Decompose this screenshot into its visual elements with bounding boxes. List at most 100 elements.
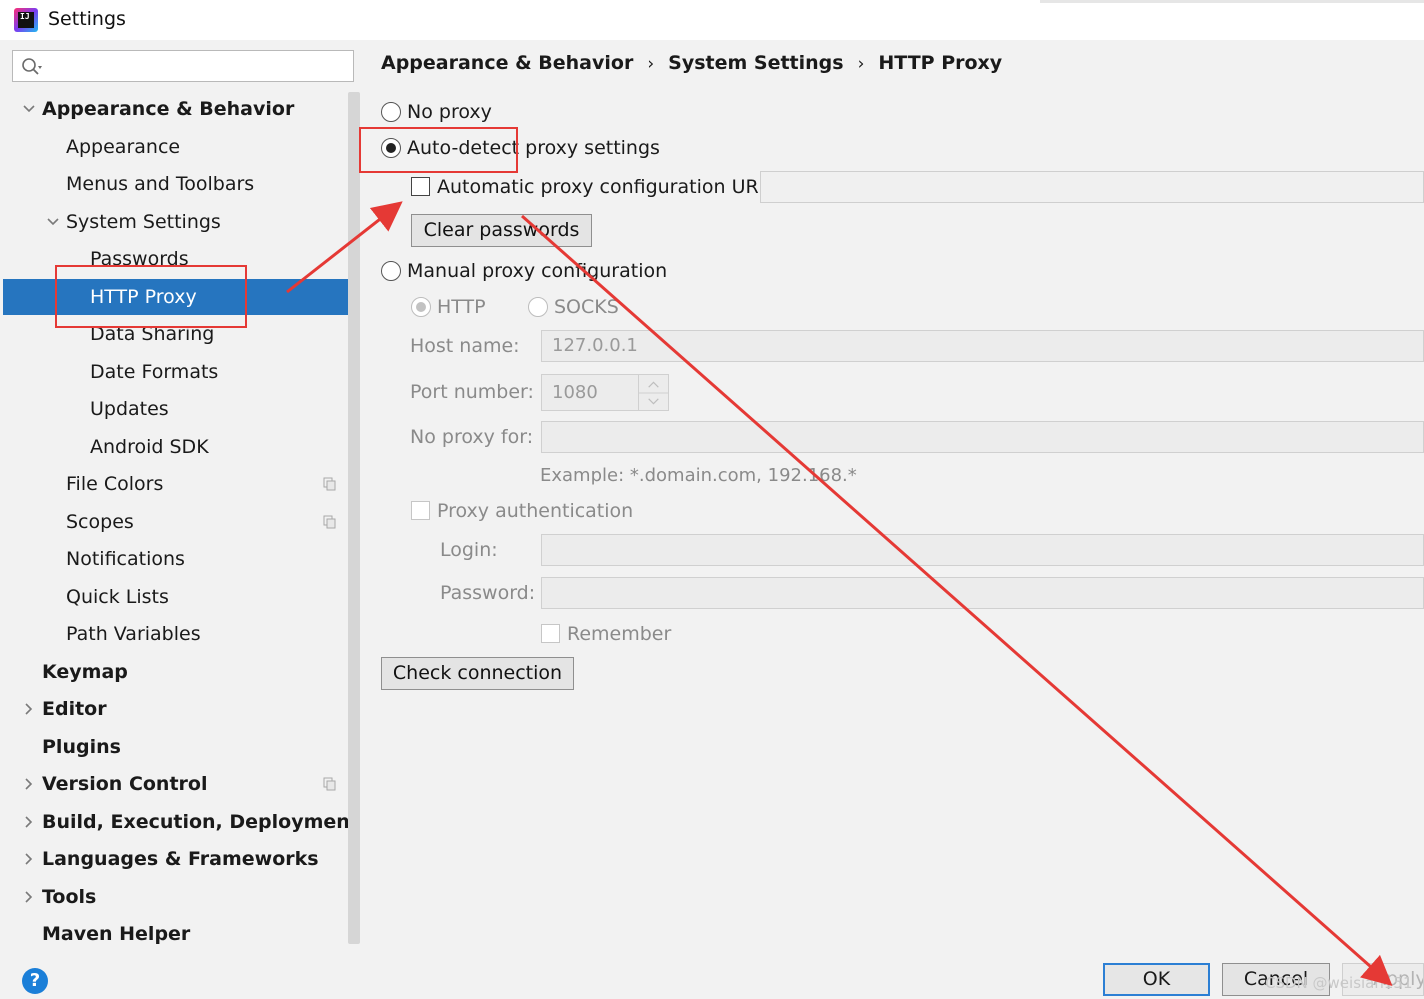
sidebar-item-languages-frameworks[interactable]: Languages & Frameworks xyxy=(0,841,345,877)
app-icon-text: IJ xyxy=(20,12,30,21)
sidebar-item-label: Editor xyxy=(42,698,107,720)
help-icon[interactable]: ? xyxy=(22,968,48,994)
sidebar-item-file-colors[interactable]: File Colors xyxy=(0,466,345,502)
sidebar-item-path-variables[interactable]: Path Variables xyxy=(0,616,345,652)
sidebar-item-build-execution-deployment[interactable]: Build, Execution, Deployment xyxy=(0,804,359,840)
settings-sidebar: Appearance & Behavior Appearance Menus and… xyxy=(0,40,363,948)
breadcrumb-item-http-proxy: HTTP Proxy xyxy=(878,52,1003,74)
dialog-button-bar: ? OK Cancel Apply CSDN @weisian151 xyxy=(0,948,1424,999)
sidebar-item-version-control[interactable]: Version Control xyxy=(0,766,345,802)
no-proxy-example-text: Example: *.domain.com, 192.168.* xyxy=(540,465,857,486)
sidebar-item-scopes[interactable]: Scopes xyxy=(0,504,345,540)
sidebar-item-menus-and-toolbars[interactable]: Menus and Toolbars xyxy=(0,166,345,202)
http-radio[interactable] xyxy=(411,297,431,317)
manual-proxy-radio[interactable] xyxy=(381,261,401,281)
login-input[interactable] xyxy=(541,534,1424,566)
auto-config-url-label: Automatic proxy configuration URL: xyxy=(437,176,776,198)
sidebar-item-label: Version Control xyxy=(42,773,208,795)
sidebar-item-label: Appearance & Behavior xyxy=(42,98,295,120)
settings-search-box[interactable] xyxy=(12,50,354,82)
sidebar-item-label: Plugins xyxy=(42,735,121,758)
sidebar-item-system-settings[interactable]: System Settings xyxy=(0,204,345,240)
sidebar-item-date-formats[interactable]: Date Formats xyxy=(0,354,345,390)
port-number-value: 1080 xyxy=(552,382,598,403)
project-level-copy-icon xyxy=(323,477,336,491)
port-number-input[interactable]: 1080 xyxy=(541,374,669,411)
intellij-app-icon: IJ xyxy=(14,8,38,32)
sidebar-item-quick-lists[interactable]: Quick Lists xyxy=(0,579,345,615)
sidebar-scrollbar[interactable] xyxy=(348,92,360,944)
sidebar-item-label: Menus and Toolbars xyxy=(66,173,255,195)
csdn-watermark: CSDN @weisian151 xyxy=(1265,974,1413,992)
sidebar-item-label: Scopes xyxy=(66,510,134,533)
project-level-copy-icon xyxy=(323,515,336,528)
remember-label: Remember xyxy=(567,623,672,645)
no-proxy-for-label: No proxy for: xyxy=(410,426,534,448)
title-bar: IJ Settings xyxy=(0,0,1424,40)
search-input[interactable] xyxy=(53,54,343,78)
login-label: Login: xyxy=(440,539,498,561)
password-label: Password: xyxy=(440,582,536,604)
sidebar-item-updates[interactable]: Updates xyxy=(0,391,345,427)
sidebar-item-label: Notifications xyxy=(66,548,185,570)
no-proxy-radio[interactable] xyxy=(381,102,401,122)
sidebar-item-editor[interactable]: Editor xyxy=(0,691,345,727)
sidebar-item-label: Languages & Frameworks xyxy=(42,848,319,870)
sidebar-item-label: Date Formats xyxy=(90,360,219,383)
chevron-right-icon[interactable] xyxy=(22,702,36,716)
sidebar-item-label: Maven Helper xyxy=(42,923,191,945)
sidebar-item-maven-helper[interactable]: Maven Helper xyxy=(0,916,345,952)
sidebar-item-label: Quick Lists xyxy=(66,585,169,608)
no-proxy-for-input[interactable] xyxy=(541,421,1424,453)
search-icon xyxy=(22,58,42,75)
chevron-down-icon[interactable] xyxy=(46,215,60,229)
title-shadow xyxy=(1040,0,1424,3)
sidebar-item-label: Keymap xyxy=(42,660,128,683)
socks-label: SOCKS xyxy=(554,296,619,318)
breadcrumb-separator: › xyxy=(647,54,655,74)
port-spinner-icon[interactable] xyxy=(638,375,668,411)
auto-config-url-input[interactable] xyxy=(760,171,1424,203)
http-label: HTTP xyxy=(437,296,486,318)
sidebar-item-appearance-behavior[interactable]: Appearance & Behavior xyxy=(0,91,345,127)
socks-radio[interactable] xyxy=(528,297,548,317)
chevron-right-icon[interactable] xyxy=(22,852,36,866)
auto-config-url-checkbox[interactable] xyxy=(411,177,430,196)
proxy-auth-checkbox[interactable] xyxy=(411,501,430,520)
sidebar-item-keymap[interactable]: Keymap xyxy=(0,654,345,690)
window-title: Settings xyxy=(48,8,126,30)
sidebar-item-label: Build, Execution, Deployment xyxy=(42,810,359,833)
sidebar-item-label: Tools xyxy=(42,885,97,908)
annotation-box-http-proxy xyxy=(55,265,247,328)
chevron-right-icon[interactable] xyxy=(22,777,36,791)
sidebar-item-label: System Settings xyxy=(66,210,221,233)
proxy-auth-label: Proxy authentication xyxy=(437,500,634,522)
sidebar-item-label: Updates xyxy=(90,398,169,420)
no-proxy-label: No proxy xyxy=(407,101,492,123)
clear-passwords-button[interactable]: Clear passwords xyxy=(411,214,592,247)
sidebar-item-appearance[interactable]: Appearance xyxy=(0,129,345,165)
chevron-right-icon[interactable] xyxy=(22,815,36,829)
breadcrumb-separator: › xyxy=(857,54,865,74)
check-connection-button[interactable]: Check connection xyxy=(381,657,574,690)
sidebar-item-tools[interactable]: Tools xyxy=(0,879,345,915)
http-proxy-panel: Appearance & Behavior › System Settings › HT… xyxy=(363,40,1424,948)
chevron-down-icon[interactable] xyxy=(22,102,36,116)
annotation-box-auto-detect xyxy=(359,127,518,173)
host-name-input[interactable]: 127.0.0.1 xyxy=(541,330,1424,362)
chevron-right-icon[interactable] xyxy=(22,890,36,904)
sidebar-item-android-sdk[interactable]: Android SDK xyxy=(0,429,345,465)
manual-proxy-label: Manual proxy configuration xyxy=(407,260,668,282)
sidebar-item-plugins[interactable]: Plugins xyxy=(0,729,345,765)
host-name-label: Host name: xyxy=(410,335,520,357)
sidebar-item-label: File Colors xyxy=(66,473,164,495)
remember-checkbox[interactable] xyxy=(541,624,560,643)
breadcrumb-item-appearance-behavior: Appearance & Behavior xyxy=(381,52,634,74)
sidebar-item-notifications[interactable]: Notifications xyxy=(0,541,345,577)
sidebar-item-label: Path Variables xyxy=(66,623,201,645)
sidebar-item-label: Appearance xyxy=(66,135,181,158)
password-input[interactable] xyxy=(541,577,1424,609)
ok-button[interactable]: OK xyxy=(1103,963,1210,996)
project-level-copy-icon xyxy=(323,777,336,791)
breadcrumb: Appearance & Behavior › System Settings › HT… xyxy=(381,52,1002,80)
